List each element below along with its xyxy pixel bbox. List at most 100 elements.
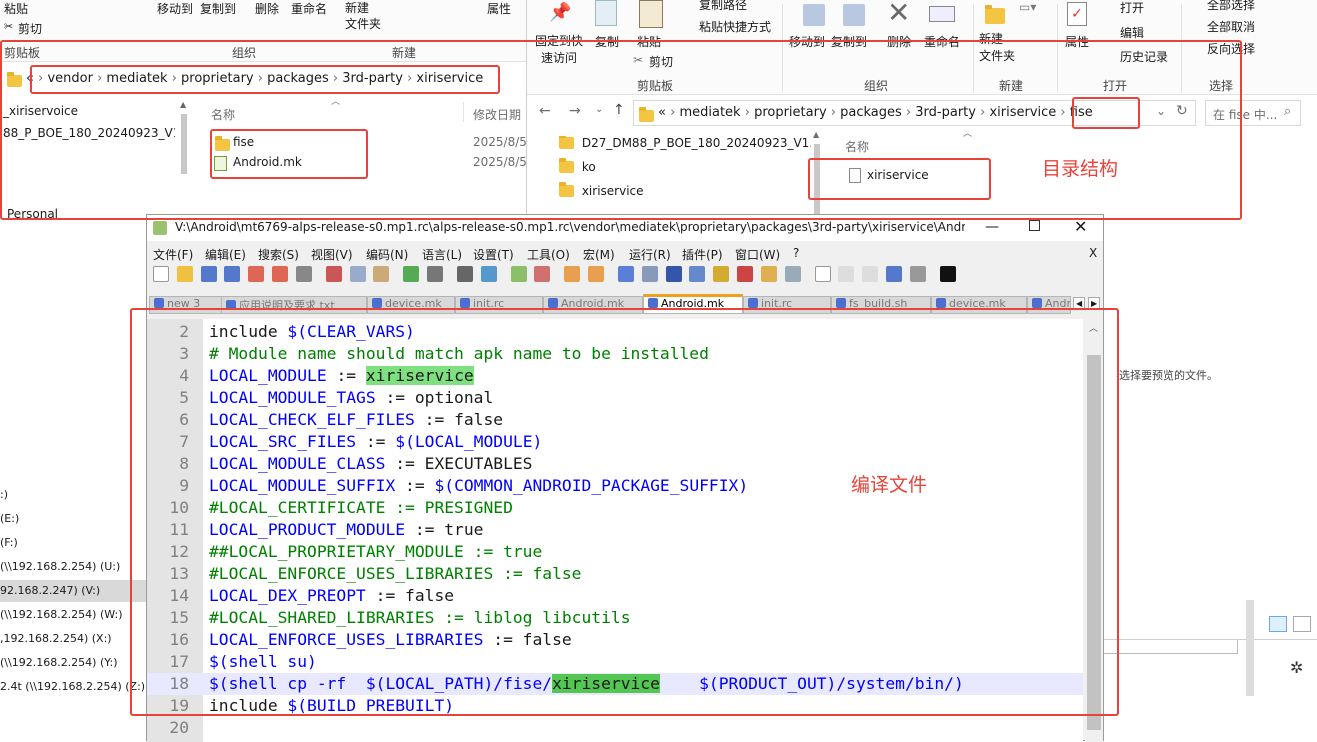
nav-item[interactable]: ko (559, 158, 596, 180)
copy-to-button[interactable]: 复制到 (831, 33, 867, 50)
address-bar[interactable]: « › vendor › mediatek › proprietary › pa… (0, 66, 526, 92)
column-modified[interactable]: 修改日期 (473, 106, 521, 123)
file-row[interactable]: fise 2025/8/5 (195, 134, 530, 154)
tab[interactable]: Android.mk (543, 296, 643, 314)
code-line[interactable]: 2 include $(CLEAR_VARS) (147, 321, 1083, 343)
new-folder-button[interactable]: 新建 文件夹 (979, 31, 1015, 65)
refresh-icon[interactable]: ↻ (1176, 103, 1188, 119)
drive-item[interactable]: (\\192.168.2.254) (W:) (0, 608, 123, 621)
code-line[interactable]: 13 #LOCAL_ENFORCE_USES_LIBRARIES := false (147, 563, 1083, 585)
menu-encoding[interactable]: 编码(N) (366, 246, 408, 263)
menu-window[interactable]: 窗口(W) (735, 246, 780, 263)
code-line[interactable]: 6 LOCAL_CHECK_ELF_FILES := false (147, 409, 1083, 431)
tab[interactable]: Andr (1027, 296, 1071, 314)
breadcrumb-item[interactable]: mediatek (679, 105, 740, 120)
record-macro-icon[interactable] (814, 266, 831, 282)
scroll-thumb[interactable] (181, 114, 187, 174)
pin-quick-access-button[interactable]: 固定到快 速访问 (535, 33, 583, 67)
search-icon[interactable]: ⌕ (1284, 104, 1291, 119)
code-line[interactable]: 15 #LOCAL_SHARED_LIBRARIES := liblog libc… (147, 607, 1083, 629)
tab[interactable]: device.mk (367, 296, 455, 314)
nav-item[interactable]: _xiriservoice (3, 104, 78, 118)
scroll-up-icon[interactable]: ▲ (813, 130, 819, 139)
udl-icon[interactable] (689, 266, 706, 282)
menu-view[interactable]: 视图(V) (311, 246, 353, 263)
cut-icon[interactable] (325, 266, 342, 282)
breadcrumb-item[interactable]: xiriservice (416, 71, 483, 86)
code-line[interactable]: 14 LOCAL_DEX_PREOPT := false (147, 585, 1083, 607)
minimize-button[interactable]: — (985, 219, 999, 235)
scroll-up-icon[interactable]: ︿ (1089, 321, 1098, 334)
breadcrumb-item[interactable]: proprietary (181, 71, 254, 86)
breadcrumb-overflow[interactable]: « (658, 105, 666, 120)
close-button[interactable]: ✕ (1074, 217, 1087, 236)
paste-shortcut-button[interactable]: 粘贴快捷方式 (699, 18, 771, 35)
folder-workspace-icon[interactable] (760, 266, 777, 282)
tab-scroll-right-icon[interactable]: ▶ (1088, 297, 1101, 310)
scroll-up-icon[interactable]: ▲ (180, 100, 186, 109)
run-macro-multi-icon[interactable] (886, 266, 903, 282)
open-button[interactable]: 打开 (1120, 0, 1144, 16)
search-box[interactable]: 在 fise 中... ⌕ (1205, 100, 1301, 126)
invert-selection-button[interactable]: 反向选择 (1207, 40, 1255, 57)
tab-active[interactable]: Android.mk (643, 294, 743, 314)
breadcrumb-item[interactable]: fise (1070, 105, 1093, 120)
column-divider[interactable] (463, 102, 464, 122)
stop-macro-icon[interactable] (838, 266, 855, 282)
up-button[interactable]: ↑ (613, 102, 625, 118)
code-line[interactable]: 8 LOCAL_MODULE_CLASS := EXECUTABLES (147, 453, 1083, 475)
code-line[interactable]: 19 include $(BUILD_PREBUILT) (147, 695, 1083, 717)
details-view-button[interactable] (1269, 616, 1287, 632)
open-file-icon[interactable] (176, 266, 193, 282)
file-row[interactable]: xiriservice (833, 166, 1033, 186)
close-file-icon[interactable] (248, 266, 265, 282)
function-list-icon[interactable] (737, 266, 754, 282)
recent-dropdown-icon[interactable]: ⌄ (595, 104, 603, 115)
breadcrumb-item[interactable]: 3rd-party (915, 105, 976, 120)
paste-icon[interactable] (373, 266, 390, 282)
column-name[interactable]: 名称 (845, 138, 869, 155)
cut-button[interactable]: 剪切 (649, 53, 673, 70)
menu-run[interactable]: 运行(R) (629, 246, 671, 263)
find-icon[interactable] (456, 266, 473, 282)
code-line[interactable]: 5 LOCAL_MODULE_TAGS := optional (147, 387, 1083, 409)
rename-button[interactable]: 重命名 (291, 0, 327, 17)
menu-edit[interactable]: 编辑(E) (205, 246, 246, 263)
close-all-icon[interactable] (272, 266, 289, 282)
zoom-in-icon[interactable] (510, 266, 527, 282)
breadcrumb-item[interactable]: vendor (47, 71, 92, 86)
scroll-thumb[interactable] (1087, 355, 1101, 730)
new-file-icon[interactable] (153, 266, 169, 282)
undo-icon[interactable] (403, 266, 420, 282)
drive-item[interactable]: (\\192.168.2.254) (Y:) (0, 656, 118, 669)
new-folder-button[interactable]: 新建 文件夹 (345, 0, 381, 32)
tab[interactable]: init.rc (455, 296, 543, 314)
select-none-button[interactable]: 全部取消 (1207, 18, 1255, 35)
nav-item[interactable]: Personal (7, 207, 58, 221)
column-name[interactable]: 名称 (211, 106, 235, 123)
rename-button[interactable]: 重命名 (924, 33, 960, 50)
address-bar[interactable]: « › mediatek › proprietary › packages › … (633, 100, 1196, 126)
breadcrumb-item[interactable]: packages (840, 105, 902, 120)
drive-item[interactable]: (E:) (0, 512, 19, 525)
doc-map-icon[interactable] (713, 266, 730, 282)
tab-scroll-left-icon[interactable]: ◀ (1073, 297, 1086, 310)
sync-v-icon[interactable] (564, 266, 581, 282)
delete-button[interactable]: 删除 (255, 0, 279, 17)
breadcrumb-item[interactable]: xiriservice (989, 105, 1056, 120)
code-line[interactable]: 9 LOCAL_MODULE_SUFFIX := $(COMMON_ANDROID… (147, 475, 1083, 497)
select-all-button[interactable]: 全部选择 (1207, 0, 1255, 13)
copy-path-button[interactable]: 复制路径 (699, 0, 747, 13)
move-to-button[interactable]: 移动到 (157, 0, 193, 17)
editor-scrollbar[interactable]: ︿ (1085, 319, 1103, 742)
move-to-button[interactable]: 移动到 (789, 33, 825, 50)
code-line[interactable]: 20 (147, 717, 1083, 739)
address-dropdown-icon[interactable]: ⌄ (1156, 104, 1166, 118)
nav-item[interactable]: 88_P_BOE_180_20240923_V1.0. (3, 126, 175, 140)
breadcrumb-overflow[interactable]: « (26, 71, 34, 86)
drive-item[interactable]: 92.168.2.247) (V:) (0, 584, 100, 597)
word-wrap-icon[interactable] (617, 266, 634, 282)
show-all-chars-icon[interactable] (641, 266, 658, 282)
monitor-icon[interactable] (784, 266, 801, 282)
drive-item[interactable]: :) (0, 488, 8, 501)
